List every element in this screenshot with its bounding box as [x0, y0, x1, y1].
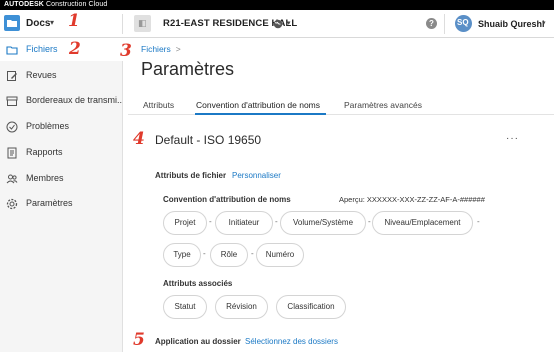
sidebar-item-membres[interactable]: Membres: [0, 168, 123, 190]
annotation-marker-4: 4: [133, 129, 145, 149]
sidebar: Fichiers Revues Bordereaux de transmi...…: [0, 39, 123, 352]
sidebar-item-label: Membres: [26, 173, 64, 183]
naming-pill-role[interactable]: Rôle: [210, 243, 248, 267]
docs-app-icon[interactable]: [4, 15, 20, 31]
active-tab-indicator: [195, 113, 326, 115]
globe-icon: [273, 19, 283, 29]
members-icon: [6, 174, 18, 184]
project-thumbnail-icon: ◧: [134, 15, 151, 32]
user-chevron-down-icon[interactable]: ▾: [542, 19, 546, 27]
sidebar-item-rapports[interactable]: Rapports: [0, 142, 123, 164]
customize-link[interactable]: Personnaliser: [232, 171, 281, 180]
brand-bar: AUTODESK Construction Cloud: [0, 0, 554, 10]
app-switcher-label[interactable]: Docs: [26, 18, 50, 29]
sidebar-item-problemes[interactable]: Problèmes: [0, 116, 123, 138]
file-attributes-label: Attributs de fichier: [155, 171, 227, 180]
associated-pill-statut[interactable]: Statut: [163, 295, 207, 319]
naming-pill-type[interactable]: Type: [163, 243, 201, 267]
separator-dash: -: [368, 217, 371, 226]
divider: [122, 14, 123, 34]
separator-dash: -: [275, 217, 278, 226]
folder-application-label: Application au dossier: [155, 337, 241, 346]
naming-pill-numero[interactable]: Numéro: [256, 243, 304, 267]
naming-pill-projet[interactable]: Projet: [163, 211, 207, 235]
page-title: Paramètres: [141, 59, 235, 79]
review-icon: [7, 71, 17, 81]
brand-logo: AUTODESK Construction Cloud: [4, 1, 108, 8]
naming-standard-title: Default - ISO 19650: [155, 133, 262, 147]
tab-attributs[interactable]: Attributs: [143, 100, 174, 110]
separator-dash: -: [251, 249, 254, 258]
more-options-icon[interactable]: ···: [506, 133, 519, 144]
help-icon[interactable]: ?: [426, 18, 437, 29]
sidebar-item-parametres[interactable]: Paramètres: [0, 193, 123, 215]
breadcrumb-separator: >: [175, 44, 181, 54]
associated-attributes-label: Attributs associés: [163, 279, 233, 288]
sidebar-item-label: Bordereaux de transmi...: [26, 95, 122, 105]
annotation-marker-5: 5: [133, 330, 145, 350]
issues-icon: [6, 121, 18, 133]
divider: [444, 14, 445, 34]
project-chevron-down-icon[interactable]: ▾: [287, 19, 291, 27]
separator-dash: -: [203, 249, 206, 258]
naming-pill-volume-systeme[interactable]: Volume/Système: [280, 211, 366, 235]
annotation-marker-3: 3: [120, 41, 132, 61]
sidebar-item-label: Revues: [26, 70, 57, 80]
chevron-down-icon[interactable]: ▾: [50, 18, 54, 27]
annotation-marker-1: 1: [68, 11, 80, 31]
avatar[interactable]: SQ: [455, 15, 472, 32]
sidebar-item-label: Problèmes: [26, 121, 70, 131]
tab-bar: Attributs Convention d'attribution de no…: [128, 96, 554, 115]
folder-icon: [6, 46, 18, 55]
breadcrumb-fichiers-link[interactable]: Fichiers: [141, 44, 171, 54]
separator-dash: -: [209, 217, 212, 226]
annotation-marker-2: 2: [69, 39, 81, 59]
sidebar-item-revues[interactable]: Revues: [0, 65, 123, 87]
select-folders-link[interactable]: Sélectionnez des dossiers: [245, 337, 338, 346]
user-menu[interactable]: Shuaib Qureshi: [478, 19, 545, 29]
top-header: Docs ▾ ◧ R21-EAST RESIDENCE HALL ▾ ? SQ …: [0, 10, 554, 38]
transmittal-icon: [6, 96, 18, 106]
sidebar-item-bordereaux[interactable]: Bordereaux de transmi...: [0, 90, 123, 112]
naming-pill-initiateur[interactable]: Initiateur: [215, 211, 273, 235]
separator-dash: -: [477, 217, 480, 226]
sidebar-item-fichiers[interactable]: Fichiers: [0, 39, 123, 61]
gear-icon: [6, 198, 18, 210]
reports-icon: [7, 147, 17, 159]
naming-pill-niveau-emplacement[interactable]: Niveau/Emplacement: [372, 211, 473, 235]
breadcrumb: Fichiers >: [141, 44, 181, 54]
naming-preview: Aperçu: XXXXXX-XXX-ZZ-ZZ-AF-A-######: [339, 195, 485, 204]
sidebar-item-label: Rapports: [26, 147, 63, 157]
tab-parametres-avances[interactable]: Paramètres avancés: [344, 100, 422, 110]
associated-pill-revision[interactable]: Révision: [215, 295, 268, 319]
sidebar-item-label: Paramètres: [26, 198, 73, 208]
naming-convention-label: Convention d'attribution de noms: [163, 195, 291, 204]
associated-pill-classification[interactable]: Classification: [276, 295, 346, 319]
tab-convention-noms[interactable]: Convention d'attribution de noms: [196, 100, 320, 110]
